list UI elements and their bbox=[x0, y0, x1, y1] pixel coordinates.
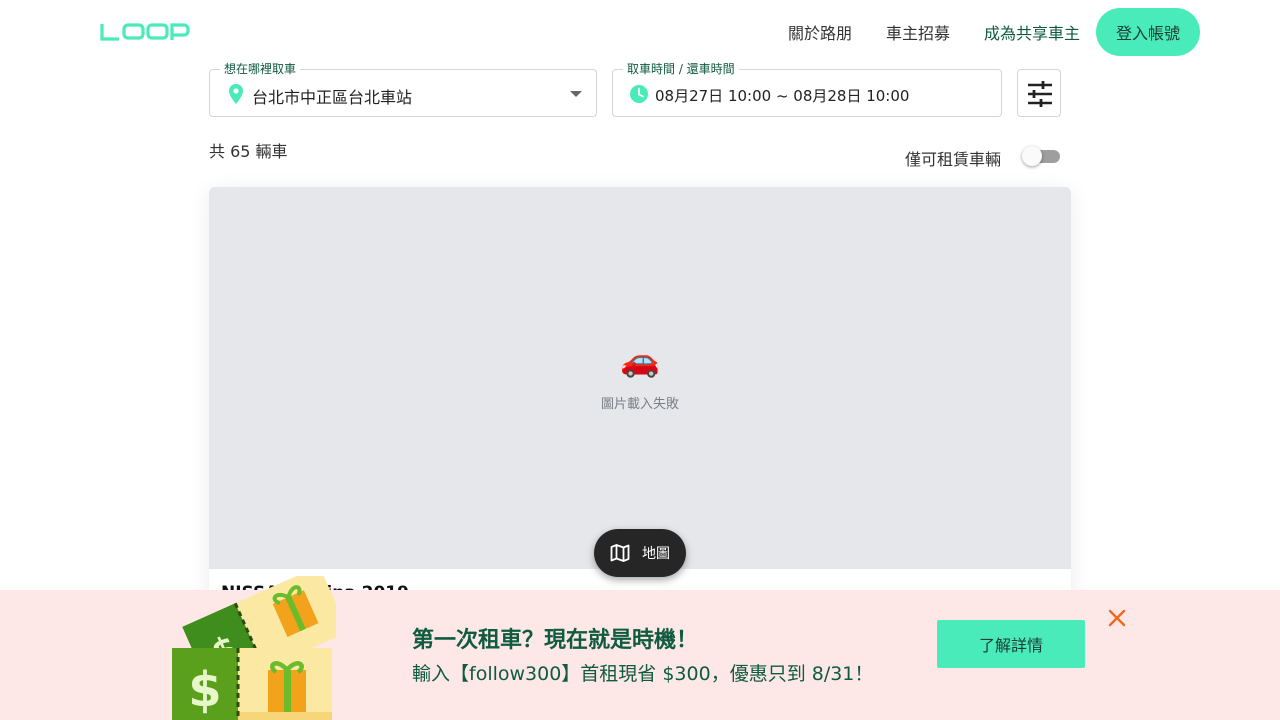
top-header: 關於路朋 車主招募 成為共享車主 登入帳號 bbox=[0, 0, 1280, 64]
map-icon bbox=[610, 544, 630, 562]
location-pin-icon bbox=[229, 84, 243, 104]
image-fail-text: 圖片載入失敗 bbox=[600, 397, 679, 412]
promo-title: 第一次租車？現在就是時機！ bbox=[412, 628, 699, 653]
datetime-value: 08月27日 10:00 ~ 08月28日 10:00 bbox=[655, 87, 910, 105]
loop-logo[interactable] bbox=[100, 22, 190, 42]
location-label: 想在哪裡取車 bbox=[220, 62, 301, 76]
promo-subtitle: 輸入【follow300】首租現省 $300，優惠只到 8/31！ bbox=[412, 663, 874, 685]
car-icon: 🚗 bbox=[620, 341, 660, 379]
login-button[interactable]: 登入帳號 bbox=[1095, 8, 1200, 56]
map-button-label: 地圖 bbox=[642, 546, 670, 562]
vehicle-count: 共 65 輛車 bbox=[209, 142, 288, 161]
location-select[interactable]: 想在哪裡取車 台北市中正區台北車站 bbox=[209, 62, 597, 117]
promo-banner: $ $ 第一次租車？現在就是時機！ 輸入【follow300】首租現省 $300… bbox=[0, 576, 1280, 720]
clock-icon bbox=[630, 85, 648, 103]
car-card[interactable]: 🚗 圖片載入失敗 NISSAN Livina 2019 bbox=[209, 187, 1071, 647]
filter-button[interactable] bbox=[1017, 69, 1061, 117]
car-image-placeholder: 🚗 圖片載入失敗 bbox=[209, 187, 1071, 569]
nav-about-link[interactable]: 關於路朋 bbox=[788, 20, 852, 44]
available-only-toggle[interactable] bbox=[1022, 146, 1062, 166]
promo-details-button[interactable]: 了解詳情 bbox=[937, 620, 1085, 668]
datetime-label: 取車時間 / 還車時間 bbox=[623, 62, 739, 76]
filter-sliders-icon bbox=[1028, 81, 1052, 107]
available-only-label: 僅可租賃車輛 bbox=[905, 150, 1002, 169]
datetime-field[interactable]: 取車時間 / 還車時間 08月27日 10:00 ~ 08月28日 10:00 bbox=[612, 62, 1002, 117]
svg-text:$: $ bbox=[188, 662, 221, 718]
gift-coupon-illustration: $ $ bbox=[172, 576, 336, 720]
nav-recruit-link[interactable]: 車主招募 bbox=[886, 20, 950, 44]
close-icon[interactable] bbox=[1106, 607, 1128, 629]
toggle-thumb bbox=[1022, 146, 1042, 166]
map-button[interactable]: 地圖 bbox=[594, 529, 686, 577]
location-value: 台北市中正區台北車站 bbox=[252, 88, 413, 107]
main-nav: 關於路朋 車主招募 成為共享車主 登入帳號 bbox=[788, 8, 1200, 56]
nav-become-host-link[interactable]: 成為共享車主 bbox=[984, 20, 1080, 44]
dropdown-arrow-icon bbox=[570, 91, 582, 97]
